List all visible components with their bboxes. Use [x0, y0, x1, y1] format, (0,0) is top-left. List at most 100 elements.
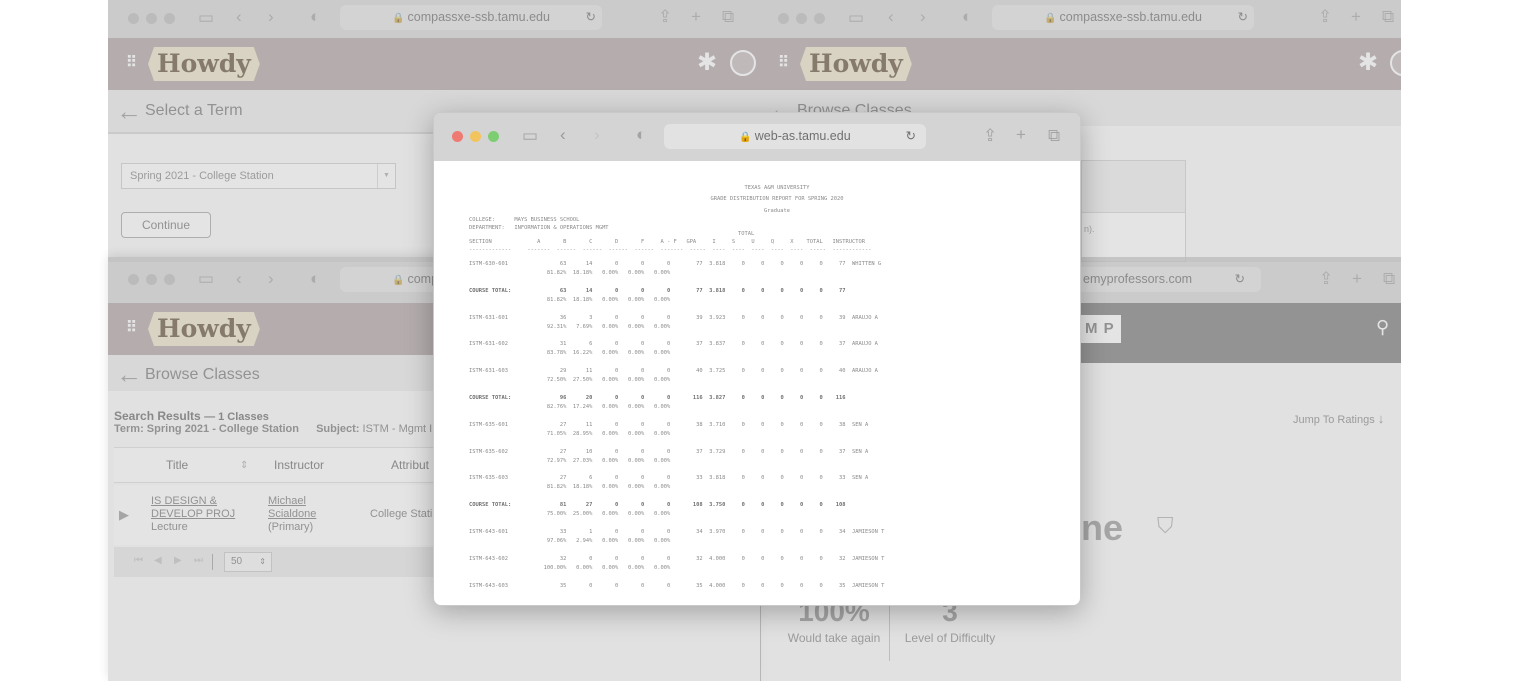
back-arrow-icon[interactable]: ←: [116, 98, 142, 124]
tabs-overview-icon[interactable]: ⧉: [722, 8, 734, 26]
sidebar-icon[interactable]: ▭: [848, 9, 864, 27]
last-page-icon[interactable]: ⏭: [194, 555, 203, 566]
reload-icon[interactable]: ↻: [906, 124, 916, 149]
forward-arrow-icon[interactable]: ›: [594, 126, 600, 144]
howdy-logo[interactable]: Howdy: [800, 47, 912, 81]
howdy-logo[interactable]: Howdy: [148, 47, 260, 81]
section-row: ISTM-635-602 27 10 0 0 0 37 3.729 0 0 0 …: [469, 448, 869, 455]
minimize-button[interactable]: [470, 131, 481, 142]
term-select[interactable]: Spring 2021 - College Station ▼: [121, 163, 396, 189]
instructor-first[interactable]: Michael: [268, 495, 306, 507]
gear-icon[interactable]: ✱: [1358, 50, 1378, 76]
sidebar-icon[interactable]: ▭: [522, 127, 538, 145]
tabs-overview-icon[interactable]: ⧉: [1382, 8, 1394, 26]
instructor-link[interactable]: Michael Scialdone (Primary): [268, 495, 316, 534]
tabs-overview-icon[interactable]: ⧉: [1383, 270, 1395, 288]
column-title[interactable]: Title: [166, 458, 188, 472]
share-icon[interactable]: ⇪: [1318, 8, 1332, 26]
traffic-lights[interactable]: [452, 131, 499, 142]
rmp-logo[interactable]: M P: [1079, 315, 1121, 343]
back-arrow-icon[interactable]: ‹: [560, 126, 566, 144]
search-icon[interactable]: ⚲: [1376, 317, 1389, 338]
forward-arrow-icon[interactable]: ›: [268, 8, 274, 26]
reload-icon[interactable]: ↻: [1235, 267, 1245, 292]
first-page-icon[interactable]: ⏮: [134, 555, 143, 566]
course-total-row: COURSE TOTAL: 96 20 0 0 0 116 3.827 0 0 …: [469, 395, 846, 401]
howdy-logo[interactable]: Howdy: [148, 312, 260, 346]
zoom-button[interactable]: [488, 131, 499, 142]
url-text: compassxe-ssb.tamu.edu: [1059, 10, 1202, 24]
report-subtitle: GRADE DISTRIBUTION REPORT FOR SPRING 202…: [710, 196, 844, 202]
jump-to-ratings-link[interactable]: Jump To Ratings ↓: [1293, 411, 1384, 426]
apps-grid-icon[interactable]: ⠿: [126, 55, 140, 70]
gear-icon[interactable]: ✱: [697, 50, 717, 76]
sidebar-icon[interactable]: ▭: [198, 270, 214, 288]
share-icon[interactable]: ⇪: [983, 127, 997, 145]
next-page-icon[interactable]: ▶: [174, 555, 182, 566]
page-size-select[interactable]: 50 ⇕: [224, 552, 272, 572]
percent-row: 81.82% 18.18% 0.00% 0.00% 0.00%: [469, 270, 671, 276]
expand-row-icon[interactable]: ▶: [119, 507, 129, 523]
bookmark-icon[interactable]: ⛉: [1157, 513, 1174, 539]
share-icon[interactable]: ⇪: [1319, 270, 1333, 288]
browser-toolbar: ▭ ‹ › ◐ 🔒 compassxe-ssb.tamu.edu ↻ ⇪ + ⧉: [760, 0, 1401, 38]
term-select-value: Spring 2021 - College Station: [130, 170, 274, 182]
sidebar-icon[interactable]: ▭: [198, 9, 214, 27]
instructor-role: (Primary): [268, 521, 314, 533]
column-instructor[interactable]: Instructor: [274, 458, 324, 472]
search-criteria: Term: Spring 2021 - College Station Subj…: [114, 423, 432, 435]
tabs-overview-icon[interactable]: ⧉: [1048, 127, 1060, 145]
reload-icon[interactable]: ↻: [1238, 5, 1248, 30]
back-arrow-icon[interactable]: ‹: [236, 270, 242, 288]
report-level: Graduate: [764, 208, 790, 214]
continue-button[interactable]: Continue: [121, 212, 211, 238]
avatar[interactable]: [730, 50, 756, 76]
traffic-lights[interactable]: [128, 274, 175, 285]
professor-name: ne: [1081, 507, 1124, 548]
dash-line: ------------- ------- ------ ------ ----…: [469, 247, 872, 253]
course-title-line2[interactable]: DEVELOP PROJ: [151, 508, 235, 520]
share-icon[interactable]: ⇪: [658, 8, 672, 26]
column-attribute[interactable]: Attribut: [391, 458, 429, 472]
shield-icon: ◐: [636, 125, 647, 144]
avatar[interactable]: [1390, 50, 1401, 76]
site-header: ⠿ Howdy ✱: [760, 38, 1401, 90]
apps-grid-icon[interactable]: ⠿: [126, 320, 140, 335]
traffic-lights[interactable]: [778, 13, 825, 24]
course-title-line1[interactable]: IS DESIGN &: [151, 495, 217, 507]
back-arrow-icon[interactable]: ←: [116, 361, 142, 387]
results-count: — 1 Classes: [204, 411, 269, 423]
address-bar[interactable]: 🔒 compassxe-ssb.tamu.edu ↻: [992, 5, 1254, 30]
course-total-row: COURSE TOTAL: 81 27 0 0 0 108 3.750 0 0 …: [469, 502, 846, 509]
address-bar[interactable]: 🔒 compassxe-ssb.tamu.edu ↻: [340, 5, 602, 30]
reload-icon[interactable]: ↻: [586, 5, 596, 30]
prev-page-icon[interactable]: ◀: [154, 555, 162, 566]
back-arrow-icon[interactable]: ‹: [236, 8, 242, 26]
continue-label: Continue: [141, 218, 191, 232]
subject-label: Subject:: [316, 423, 360, 435]
close-button[interactable]: [452, 131, 463, 142]
new-tab-icon[interactable]: +: [691, 8, 701, 26]
forward-arrow-icon[interactable]: ›: [920, 8, 926, 26]
sort-icon[interactable]: ⇕: [240, 460, 248, 471]
apps-grid-icon[interactable]: ⠿: [778, 55, 792, 70]
address-bar[interactable]: 🔒 web-as.tamu.edu ↻: [664, 124, 926, 149]
percent-row: 81.82% 18.18% 0.00% 0.00% 0.00%: [469, 484, 671, 491]
page-title: Browse Classes: [145, 366, 260, 383]
new-tab-icon[interactable]: +: [1351, 8, 1361, 26]
forward-arrow-icon[interactable]: ›: [268, 270, 274, 288]
new-tab-icon[interactable]: +: [1352, 270, 1362, 288]
new-tab-icon[interactable]: +: [1016, 126, 1026, 144]
percent-row: 75.00% 25.00% 0.00% 0.00% 0.00%: [469, 511, 671, 518]
results-panel: n).: [1081, 160, 1186, 262]
back-arrow-icon[interactable]: ‹: [888, 8, 894, 26]
column-header-line: SECTION A B C D F A - F GPA I S U Q X TO…: [469, 239, 865, 245]
traffic-lights[interactable]: [128, 13, 175, 24]
lock-icon: 🔒: [739, 132, 752, 143]
section-row: ISTM-631-602 31 6 0 0 0 37 3.837 0 0 0 0…: [469, 341, 878, 348]
section-row: ISTM-643-602 32 0 0 0 0 32 4.000 0 0 0 0…: [469, 555, 885, 562]
instructor-last[interactable]: Scialdone: [268, 508, 316, 520]
percent-row: 82.76% 17.24% 0.00% 0.00% 0.00%: [469, 404, 671, 410]
course-title-link[interactable]: IS DESIGN & DEVELOP PROJ Lecture: [151, 495, 235, 534]
lock-icon: 🔒: [1044, 13, 1057, 24]
